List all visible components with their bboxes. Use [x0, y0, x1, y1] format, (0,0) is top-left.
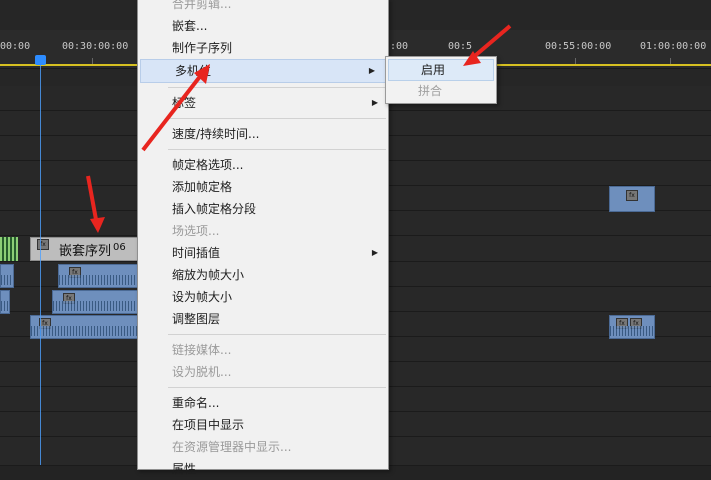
- audio-clip[interactable]: [0, 264, 14, 288]
- menu-item-multicamera[interactable]: 多机位 ▶: [140, 59, 386, 83]
- menu-separator: [168, 334, 386, 335]
- audio-clip[interactable]: [0, 290, 10, 314]
- menu-item-label-color[interactable]: 标签 ▶: [138, 92, 388, 114]
- menu-item-label: 场选项...: [172, 224, 220, 238]
- timecode-5: 01:00:00:00: [640, 41, 707, 52]
- menu-item-time-interpolation[interactable]: 时间插值 ▶: [138, 242, 388, 264]
- menu-item-merge-clips[interactable]: 合并剪辑...: [138, 0, 388, 15]
- work-area-bar-left[interactable]: [0, 64, 137, 66]
- menu-item-nest[interactable]: 嵌套...: [138, 15, 388, 37]
- menu-item-label: 设为脱机...: [172, 365, 232, 379]
- video-clip[interactable]: fx: [609, 186, 655, 212]
- menu-item-label: 在项目中显示: [172, 418, 245, 432]
- menu-item-label: 插入帧定格分段: [172, 202, 257, 216]
- menu-item-adjustment-layer[interactable]: 调整图层: [138, 308, 388, 330]
- playhead-handle[interactable]: [35, 55, 46, 65]
- menu-item-reveal-in-explorer[interactable]: 在资源管理器中显示...: [138, 436, 388, 458]
- menu-item-rename[interactable]: 重命名...: [138, 392, 388, 414]
- menu-item-label: 添加帧定格: [172, 180, 233, 194]
- timecode-3: 00:5: [448, 41, 473, 52]
- audio-waveform: [1, 301, 9, 311]
- menu-item-label: 标签: [172, 96, 197, 110]
- nested-clip-label: 嵌套序列: [59, 244, 112, 259]
- timecode-4: 00:55:00:00: [545, 41, 612, 52]
- submenu-item-label: 启用: [421, 63, 446, 77]
- menu-item-reveal-in-project[interactable]: 在项目中显示: [138, 414, 388, 436]
- playhead-line[interactable]: [40, 64, 41, 465]
- menu-separator: [168, 87, 386, 88]
- audio-waveform: [53, 301, 137, 311]
- audio-clip[interactable]: fx: [58, 264, 138, 288]
- video-clip-thumbnails[interactable]: [0, 237, 18, 261]
- submenu-item-enable[interactable]: 启用: [388, 59, 494, 81]
- audio-waveform: [59, 275, 137, 285]
- menu-item-label: 制作子序列: [172, 41, 233, 55]
- menu-item-label: 调整图层: [172, 312, 221, 326]
- nested-clip-number: 06: [113, 242, 126, 253]
- menu-item-label: 缩放为帧大小: [172, 268, 245, 282]
- menu-item-label: 链接媒体...: [172, 343, 232, 357]
- menu-item-link-media[interactable]: 链接媒体...: [138, 339, 388, 361]
- submenu-item-flatten[interactable]: 拼合: [386, 81, 496, 101]
- menu-item-label: 在资源管理器中显示...: [172, 440, 292, 454]
- timecode-1: 00:30:00:00: [62, 41, 129, 52]
- nested-sequence-clip[interactable]: fx 嵌套序列 06: [30, 237, 138, 261]
- menu-item-make-offline[interactable]: 设为脱机...: [138, 361, 388, 383]
- multicamera-submenu: 启用 拼合: [385, 56, 497, 104]
- menu-item-set-to-frame-size[interactable]: 设为帧大小: [138, 286, 388, 308]
- menu-item-frame-hold-options[interactable]: 帧定格选项...: [138, 154, 388, 176]
- fx-icon: fx: [37, 239, 49, 250]
- menu-item-add-frame-hold[interactable]: 添加帧定格: [138, 176, 388, 198]
- menu-item-properties[interactable]: 属性: [138, 458, 388, 480]
- audio-waveform: [1, 275, 13, 285]
- menu-item-field-options[interactable]: 场选项...: [138, 220, 388, 242]
- menu-item-label: 重命名...: [172, 396, 220, 410]
- fx-icon: fx: [626, 190, 638, 201]
- submenu-arrow-icon: ▶: [371, 248, 378, 257]
- submenu-arrow-icon: ▶: [368, 66, 375, 75]
- menu-item-label: 多机位: [175, 64, 212, 78]
- audio-waveform: [31, 326, 137, 336]
- menu-item-speed-duration[interactable]: 速度/持续时间...: [138, 123, 388, 145]
- timecode-2: :00: [390, 41, 409, 52]
- menu-item-label: 设为帧大小: [172, 290, 233, 304]
- menu-item-label: 嵌套...: [172, 19, 208, 33]
- menu-item-make-subsequence[interactable]: 制作子序列: [138, 37, 388, 59]
- timecode-0: 00:00: [0, 41, 31, 52]
- menu-separator: [168, 149, 386, 150]
- audio-clip[interactable]: fx: [52, 290, 138, 314]
- menu-item-label: 速度/持续时间...: [172, 127, 260, 141]
- clip-context-menu: 合并剪辑... 嵌套... 制作子序列 多机位 ▶ 标签 ▶ 速度/持续时间..…: [137, 0, 389, 476]
- menu-item-label: 时间插值: [172, 246, 221, 260]
- audio-clip[interactable]: fx: [30, 315, 138, 339]
- menu-item-label: 合并剪辑...: [172, 0, 232, 11]
- audio-waveform: [610, 326, 654, 336]
- menu-separator: [168, 387, 386, 388]
- menu-item-label: 属性: [172, 462, 197, 476]
- menu-item-label: 帧定格选项...: [172, 158, 244, 172]
- submenu-arrow-icon: ▶: [371, 98, 378, 107]
- submenu-item-label: 拼合: [418, 84, 443, 98]
- menu-item-insert-frame-hold-segment[interactable]: 插入帧定格分段: [138, 198, 388, 220]
- menu-separator: [168, 118, 386, 119]
- menu-item-scale-to-frame-size[interactable]: 缩放为帧大小: [138, 264, 388, 286]
- audio-clip[interactable]: fx fx: [609, 315, 655, 339]
